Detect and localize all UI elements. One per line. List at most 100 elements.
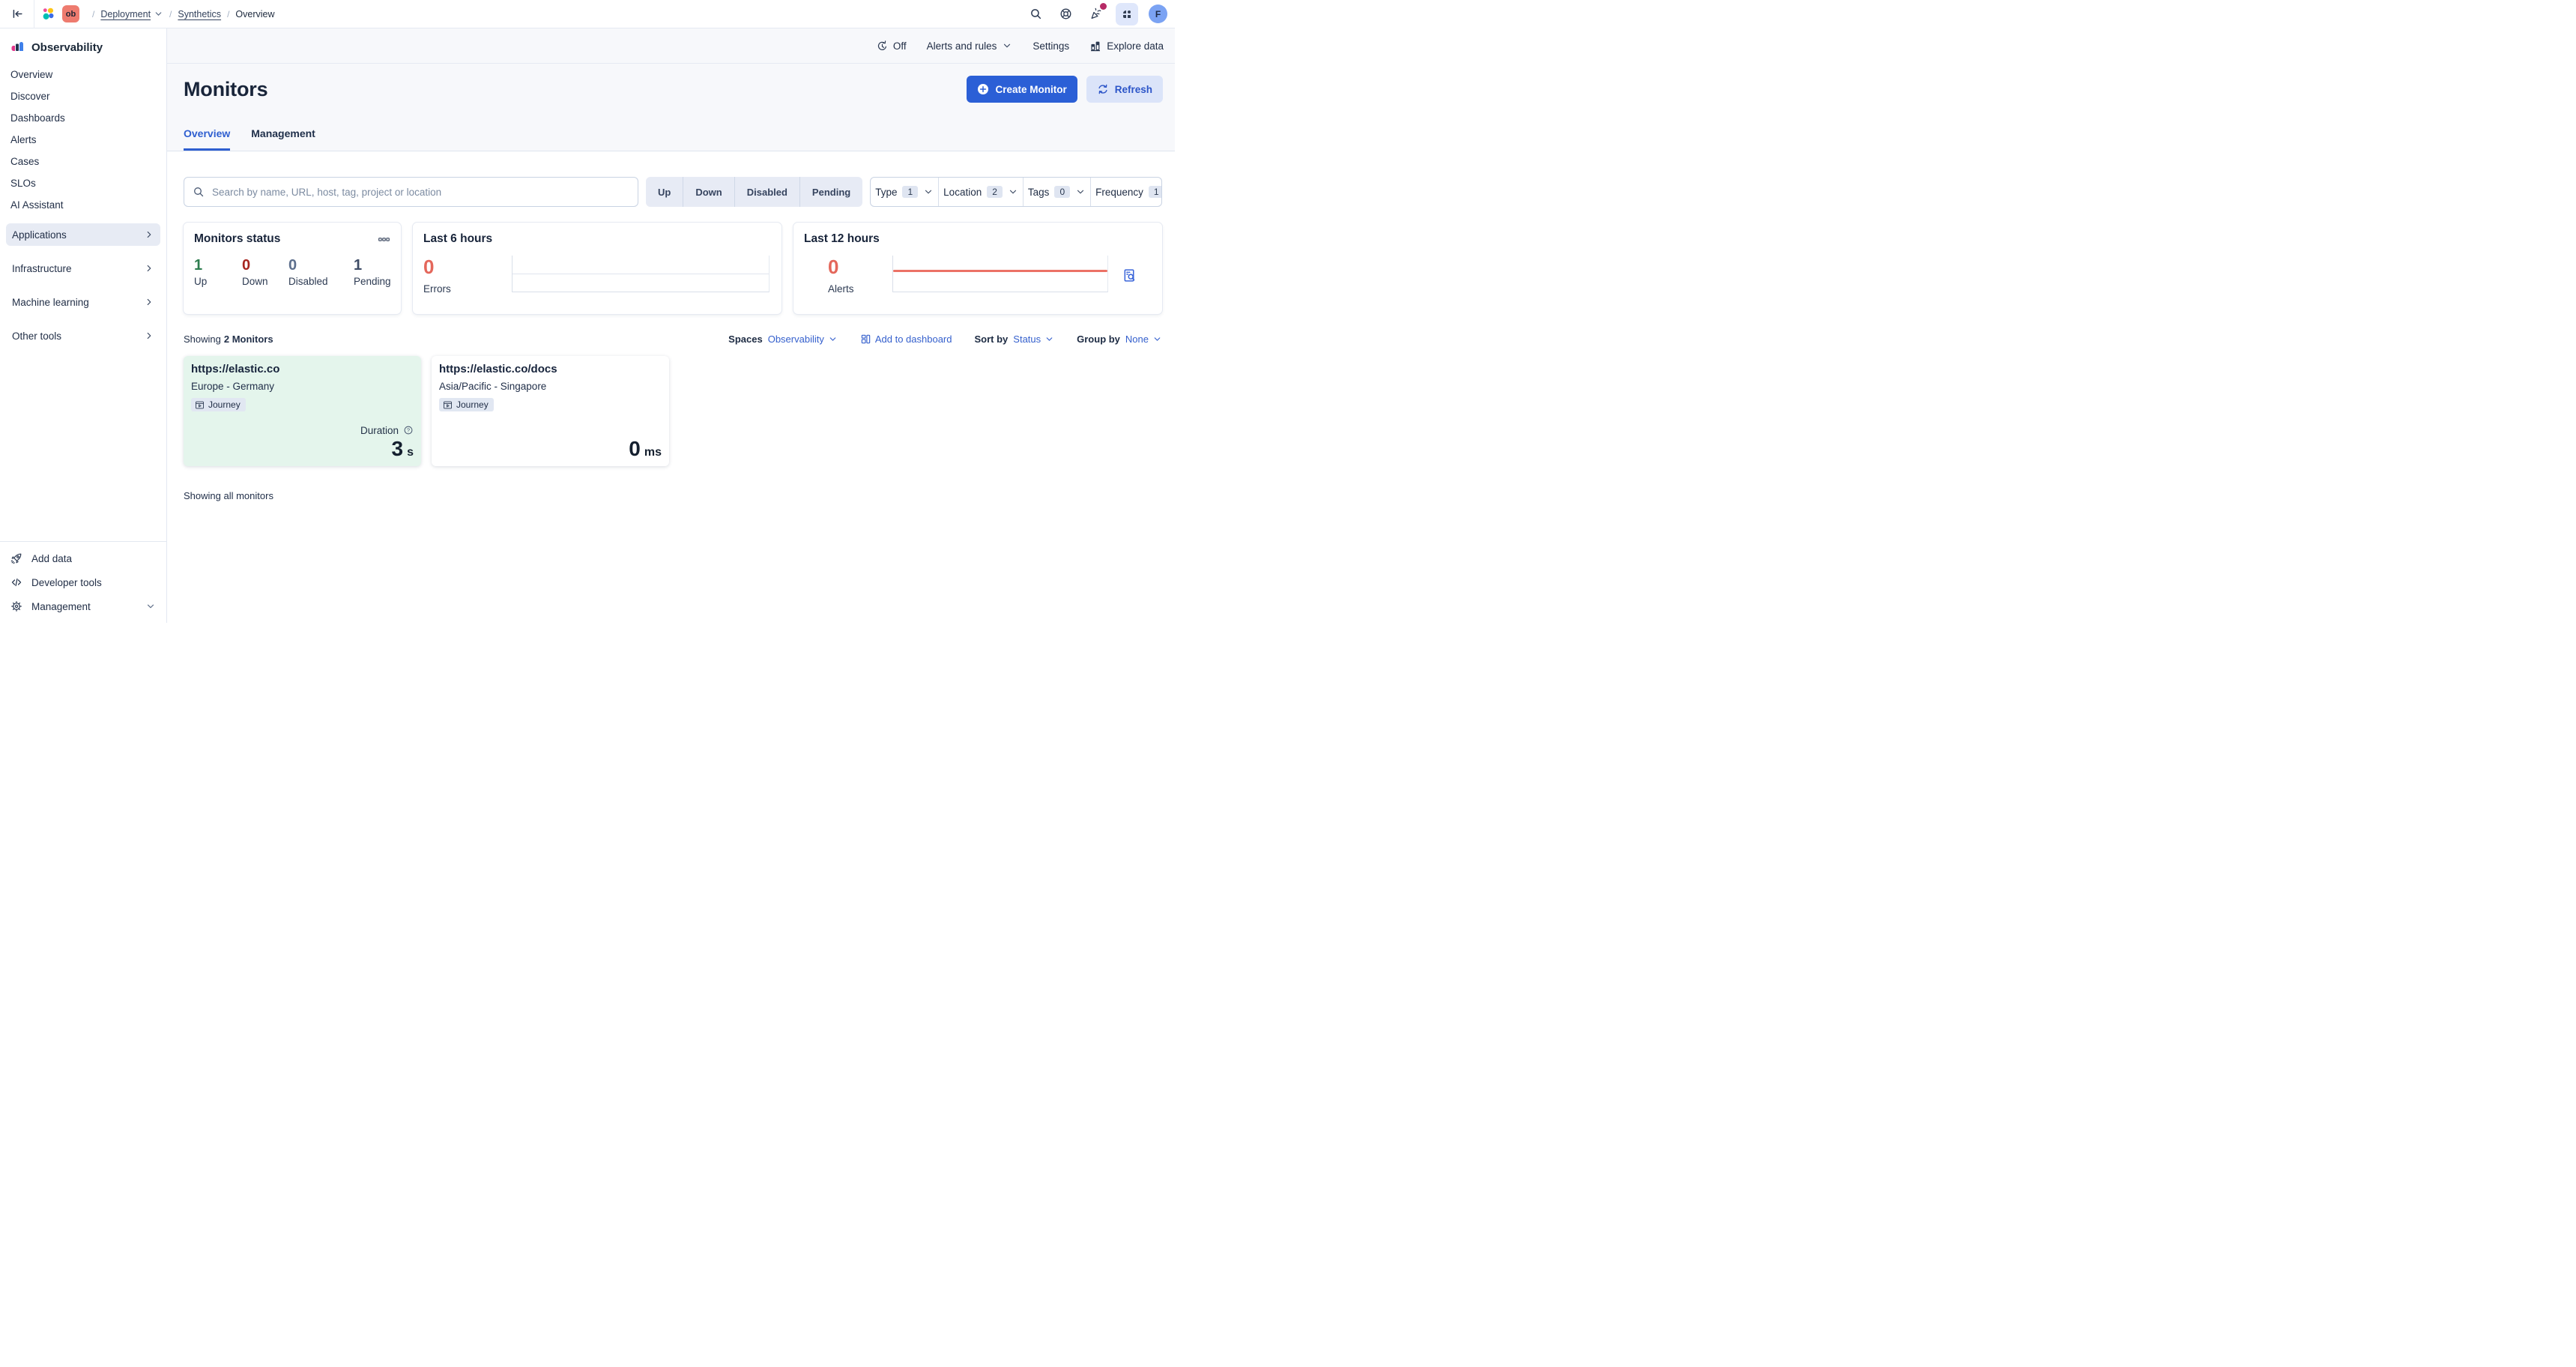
filter-down-button[interactable]: Down [683, 177, 734, 207]
breadcrumb-separator: / [221, 9, 235, 19]
project-badge[interactable]: ob [62, 5, 79, 22]
svg-text:?: ? [407, 427, 410, 434]
elastic-logo[interactable] [41, 7, 55, 21]
alerts-count: 0 [828, 257, 892, 277]
sidebar-group-machine-learning[interactable]: Machine learning [6, 291, 160, 313]
filter-pending-button[interactable]: Pending [800, 177, 862, 207]
panel-menu-icon[interactable] [378, 233, 390, 246]
monitor-name[interactable]: https://elastic.co/docs [439, 363, 662, 375]
sidebar-item-alerts[interactable]: Alerts [0, 129, 166, 151]
monitor-location: Asia/Pacific - Singapore [439, 381, 662, 392]
chevron-down-icon [1044, 334, 1054, 344]
chevron-down-icon [923, 187, 934, 197]
journey-icon [195, 400, 205, 410]
sidebar-item-discover[interactable]: Discover [0, 85, 166, 107]
content-area: Up Down Disabled Pending Type 1 Location… [167, 151, 1175, 623]
news-party-icon [1089, 7, 1102, 20]
sidebar-group-infrastructure[interactable]: Infrastructure [6, 257, 160, 280]
location-filter-dropdown[interactable]: Location 2 [939, 178, 1024, 206]
sidebar-item-developer-tools[interactable]: Developer tools [0, 570, 166, 594]
alerts-sparkline-chart [892, 256, 1108, 292]
breadcrumb-deployment[interactable]: Deployment [100, 9, 163, 19]
sidebar-item-add-data[interactable]: Add data [0, 546, 166, 570]
monitor-type-badge: Journey [191, 398, 246, 411]
sidebar-group-other-tools[interactable]: Other tools [6, 325, 160, 347]
filter-disabled-button[interactable]: Disabled [735, 177, 800, 207]
sidebar-item-dashboards[interactable]: Dashboards [0, 107, 166, 129]
help-button[interactable] [1056, 4, 1075, 24]
tab-overview[interactable]: Overview [184, 127, 230, 151]
monitor-name[interactable]: https://elastic.co [191, 363, 414, 375]
create-monitor-button[interactable]: Create Monitor [967, 76, 1077, 103]
menu-collapse-icon [11, 7, 24, 20]
search-icon [193, 186, 205, 198]
sidebar-item-overview[interactable]: Overview [0, 64, 166, 85]
chevron-right-icon [144, 229, 154, 240]
question-circle-icon[interactable]: ? [403, 425, 414, 435]
solution-header: Observability [0, 40, 166, 54]
spaces-selector[interactable]: Spaces Observability [728, 334, 838, 345]
monitor-duration: 3s [191, 438, 414, 459]
sidebar-item-cases[interactable]: Cases [0, 151, 166, 172]
breadcrumb-overview: Overview [235, 9, 274, 19]
dashboard-icon [860, 334, 871, 345]
sidebar-item-slos[interactable]: SLOs [0, 172, 166, 194]
chevron-right-icon [144, 263, 154, 274]
plus-circle-icon [977, 83, 989, 95]
sort-by-selector[interactable]: Sort by Status [974, 334, 1054, 345]
refresh-icon [1097, 83, 1109, 95]
add-to-dashboard-button[interactable]: Add to dashboard [860, 334, 952, 345]
frequency-count-badge: 1 [1149, 186, 1162, 198]
search-input[interactable] [211, 186, 629, 199]
explore-data-link[interactable]: Explore data [1089, 40, 1164, 52]
collapse-menu-button[interactable] [7, 4, 27, 24]
duration-label: Duration ? [191, 425, 414, 436]
apps-menu-button[interactable] [1116, 3, 1138, 25]
tags-count-badge: 0 [1054, 186, 1070, 198]
location-count-badge: 2 [987, 186, 1003, 198]
monitor-card-elastic-co-docs[interactable]: https://elastic.co/docs Asia/Pacific - S… [432, 356, 669, 466]
frequency-filter-dropdown[interactable]: Frequency 1 [1091, 178, 1162, 206]
auto-refresh-toggle[interactable]: Off [876, 40, 907, 52]
monitor-search[interactable] [184, 177, 638, 207]
refresh-button[interactable]: Refresh [1086, 76, 1163, 103]
breadcrumb-synthetics[interactable]: Synthetics [178, 9, 221, 19]
bar-chart-icon [1089, 40, 1101, 52]
chevron-right-icon [144, 297, 154, 307]
filter-up-button[interactable]: Up [646, 177, 683, 207]
last-12-hours-panel: Last 12 hours 0 Alerts [793, 223, 1162, 314]
inspect-alerts-icon[interactable] [1122, 268, 1137, 283]
solution-title: Observability [31, 41, 103, 54]
sidebar-item-ai-assistant[interactable]: AI Assistant [0, 194, 166, 216]
chevron-down-icon [828, 334, 838, 344]
alerts-zero-line [893, 270, 1107, 272]
page-header: Monitors Create Monitor [167, 64, 1175, 151]
monitors-status-panel: Monitors status 1 Up 0 [184, 223, 401, 314]
observability-logo-icon [10, 40, 24, 54]
monitor-type-badge: Journey [439, 398, 494, 411]
newsfeed-button[interactable] [1086, 4, 1105, 24]
user-avatar[interactable]: F [1149, 4, 1167, 23]
sidebar-footer-divider [0, 541, 166, 542]
sidebar-item-management[interactable]: Management [0, 594, 166, 618]
type-filter-dropdown[interactable]: Type 1 [871, 178, 939, 206]
code-icon [10, 576, 22, 588]
errors-sparkline-chart [512, 256, 770, 292]
showing-all-monitors-note: Showing all monitors [184, 490, 1162, 501]
monitor-card-elastic-co[interactable]: https://elastic.co Europe - Germany Jour… [184, 356, 421, 466]
tab-management[interactable]: Management [251, 127, 315, 151]
breadcrumb-separator: / [86, 9, 100, 19]
chevron-right-icon [144, 331, 154, 341]
stat-up: 1 Up [194, 257, 242, 287]
gear-icon [10, 600, 22, 612]
group-by-selector[interactable]: Group by None [1077, 334, 1162, 345]
top-bar: ob / Deployment / Synthetics / Overview [0, 0, 1175, 28]
alerts-and-rules-menu[interactable]: Alerts and rules [927, 40, 1013, 52]
tags-filter-dropdown[interactable]: Tags 0 [1024, 178, 1091, 206]
settings-link[interactable]: Settings [1032, 40, 1069, 52]
chevron-down-icon [1002, 40, 1012, 51]
sidebar-group-applications[interactable]: Applications [6, 223, 160, 246]
chevron-down-icon [1152, 334, 1162, 344]
global-search-button[interactable] [1026, 4, 1045, 24]
journey-icon [443, 400, 453, 410]
